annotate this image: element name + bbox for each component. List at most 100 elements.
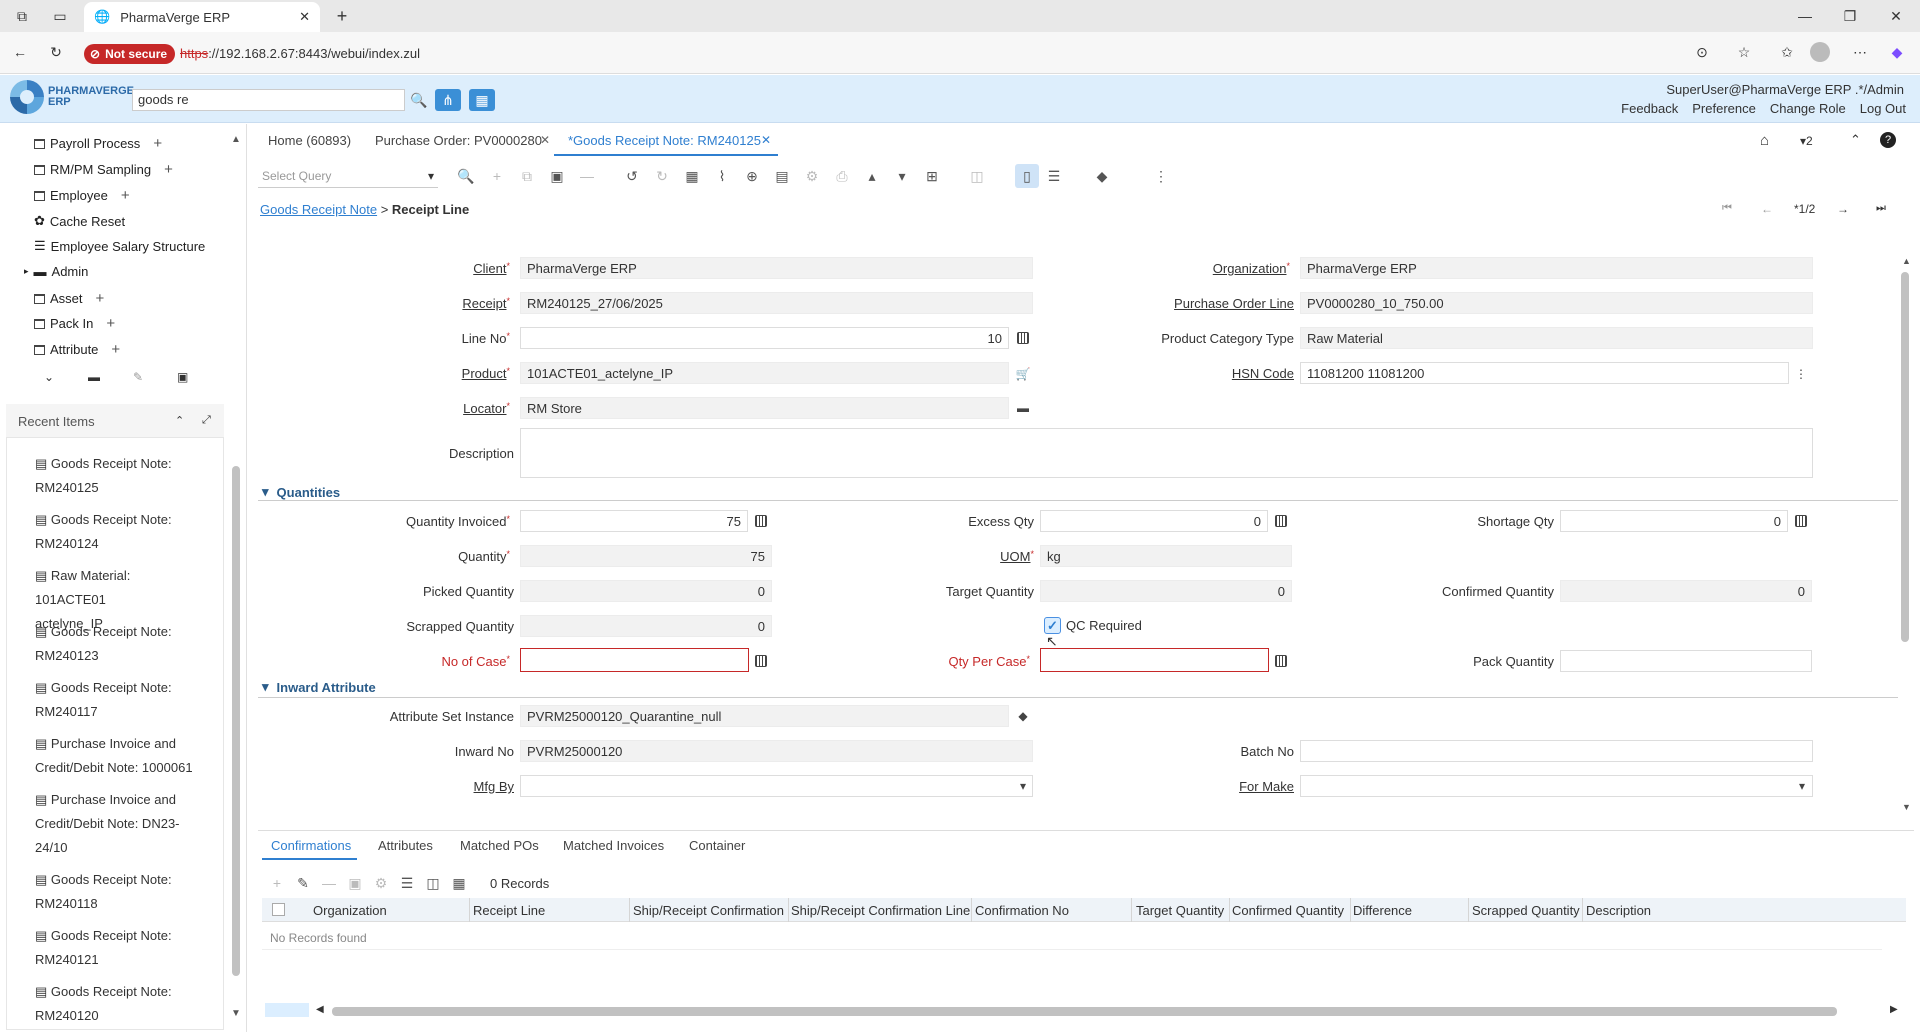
collapse-icon[interactable]: ⌃ [175, 414, 184, 427]
confirmed-quantity-field[interactable]: 0 [1560, 580, 1812, 602]
preference-link[interactable]: Preference [1692, 101, 1756, 116]
batch-no-field[interactable] [1300, 740, 1813, 762]
qty-per-case-field[interactable] [1040, 648, 1269, 672]
calculator-icon[interactable] [1016, 331, 1030, 345]
locator-icon[interactable]: ▬ [1016, 401, 1030, 415]
sidebar-scrollbar[interactable] [232, 466, 240, 976]
copy-icon[interactable]: ⧉ [518, 167, 536, 185]
qc-required-checkbox[interactable]: ✓ [1044, 617, 1061, 634]
refresh-icon[interactable]: ↻ [653, 167, 671, 185]
add-icon[interactable]: + [153, 135, 162, 152]
recent-item[interactable]: ▤ Goods Receipt Note: RM240125 [35, 452, 195, 500]
mfg-by-dropdown[interactable] [520, 775, 1033, 797]
not-secure-badge[interactable]: ⊘ Not secure [84, 44, 176, 64]
browser-tab[interactable]: 🌐 PharmaVerge ERP ✕ [84, 2, 320, 32]
locator-field[interactable]: RM Store [520, 397, 1009, 419]
archive-icon[interactable]: ▣ [177, 370, 188, 384]
add-icon[interactable]: + [111, 341, 120, 358]
add-icon[interactable]: + [96, 290, 105, 307]
scrapped-quantity-field[interactable]: 0 [520, 615, 772, 637]
tab-confirmations[interactable]: Confirmations [271, 838, 351, 853]
cart-icon[interactable]: 🛒 [1016, 367, 1031, 381]
more-options-icon[interactable]: ⋮ [1794, 367, 1808, 381]
feedback-link[interactable]: Feedback [1621, 101, 1678, 116]
quantity-invoiced-field[interactable]: 75 [520, 510, 748, 532]
arrow-down-icon[interactable]: ▾ [893, 167, 911, 185]
minimize-icon[interactable]: — [1793, 6, 1817, 26]
global-search-input[interactable]: goods re [132, 89, 405, 111]
chevron-down-icon[interactable]: ▾ [1795, 779, 1809, 793]
chevron-down-icon[interactable]: ▾ [1016, 779, 1030, 793]
add-icon[interactable]: + [164, 161, 173, 178]
select-query-dropdown[interactable]: Select Query ▾ [258, 166, 438, 188]
help-icon[interactable]: ? [1880, 132, 1896, 148]
tab-list-dropdown[interactable]: ▾2 [1800, 134, 1813, 148]
tab-attributes[interactable]: Attributes [378, 838, 433, 853]
description-textarea[interactable] [520, 428, 1813, 478]
organization-field[interactable]: PharmaVerge ERP [1300, 257, 1813, 279]
product-field[interactable]: 101ACTE01_actelyne_IP [520, 362, 1009, 384]
home-icon[interactable]: ⌂ [1760, 132, 1769, 149]
inward-attribute-section-header[interactable]: ▾ Inward Attribute [262, 679, 376, 695]
split-view-icon[interactable]: ◫ [424, 874, 442, 892]
client-field[interactable]: PharmaVerge ERP [520, 257, 1033, 279]
save-icon[interactable]: ▣ [548, 167, 566, 185]
close-window-icon[interactable]: ✕ [1884, 6, 1908, 26]
no-of-case-field[interactable] [520, 648, 749, 672]
restore-icon[interactable]: ❐ [1838, 6, 1862, 26]
scroll-right-icon[interactable]: ▶ [1890, 1004, 1898, 1015]
close-icon[interactable]: ✕ [761, 133, 771, 147]
recent-item[interactable]: ▤ Goods Receipt Note: RM240118 [35, 868, 195, 916]
tab-matched-pos[interactable]: Matched POs [460, 838, 539, 853]
settings-icon[interactable]: ⚙ [803, 167, 821, 185]
calculator-icon[interactable] [754, 514, 768, 528]
tab-container[interactable]: Container [689, 838, 745, 853]
add-icon[interactable]: + [268, 874, 286, 892]
more-icon[interactable]: ⋯ [1848, 42, 1872, 62]
back-icon[interactable]: ← [8, 42, 32, 62]
select-all-checkbox[interactable] [272, 903, 285, 916]
more-icon[interactable]: ⋮ [1152, 167, 1170, 185]
undo-icon[interactable]: ↺ [623, 167, 641, 185]
scroll-down-icon[interactable]: ▼ [1902, 802, 1911, 812]
calculator-icon[interactable] [1794, 514, 1808, 528]
next-record-icon[interactable]: → [1837, 202, 1849, 216]
new-tab-icon[interactable]: + [330, 6, 354, 26]
delete-icon[interactable]: — [320, 874, 338, 892]
recent-item[interactable]: ▤ Goods Receipt Note: RM240123 [35, 620, 195, 668]
edit-icon[interactable]: ✎ [294, 874, 312, 892]
menu-folder-admin[interactable]: ▸ ▬ Admin [24, 264, 88, 279]
url-field[interactable]: https://192.168.2.67:8443/webui/index.zu… [180, 46, 420, 61]
breadcrumb-parent-link[interactable]: Goods Receipt Note [260, 202, 377, 217]
inward-no-field[interactable]: PVRM25000120 [520, 740, 1033, 762]
tab-purchase-order[interactable]: Purchase Order: PV0000280 [375, 133, 542, 148]
recent-item[interactable]: ▤ Goods Receipt Note: RM240117 [35, 676, 195, 724]
recent-item[interactable]: ▤ Purchase Invoice and Credit/Debit Note:… [35, 732, 195, 780]
scroll-left-icon[interactable]: ◀ [316, 1004, 324, 1015]
expand-icon[interactable]: ⊞ [923, 167, 941, 185]
add-icon[interactable]: + [106, 315, 115, 332]
save-icon[interactable]: ▣ [346, 874, 364, 892]
quantity-field[interactable]: 75 [520, 545, 772, 567]
receipt-field[interactable]: RM240125_27/06/2025 [520, 292, 1033, 314]
prev-record-icon[interactable]: ← [1761, 202, 1773, 216]
split-view-icon[interactable]: ◫ [968, 167, 986, 185]
favorite-icon[interactable]: ☆ [1732, 42, 1756, 62]
refresh-icon[interactable]: ↻ [44, 42, 68, 62]
attribute-set-instance-field[interactable]: PVRM25000120_Quarantine_null [520, 705, 1009, 727]
logout-link[interactable]: Log Out [1860, 101, 1906, 116]
list-view-icon[interactable]: ☰ [1045, 167, 1063, 185]
scroll-down-icon[interactable]: ▼ [231, 1008, 241, 1019]
last-record-icon[interactable]: ⏭ [1876, 202, 1886, 215]
target-quantity-field[interactable]: 0 [1040, 580, 1292, 602]
collapse-header-icon[interactable]: ⌃ [1850, 132, 1861, 148]
report-icon[interactable]: ▤ [773, 167, 791, 185]
profile-icon[interactable] [1810, 42, 1830, 62]
search-icon[interactable]: 🔍 [457, 167, 475, 185]
expand-icon[interactable]: ⤢ [202, 414, 211, 427]
quantities-section-header[interactable]: ▾ Quantities [262, 484, 340, 500]
dashboard-button[interactable]: ▦ [469, 89, 495, 111]
excess-qty-field[interactable]: 0 [1040, 510, 1268, 532]
scroll-up-icon[interactable]: ▲ [231, 134, 241, 145]
for-make-dropdown[interactable] [1300, 775, 1813, 797]
